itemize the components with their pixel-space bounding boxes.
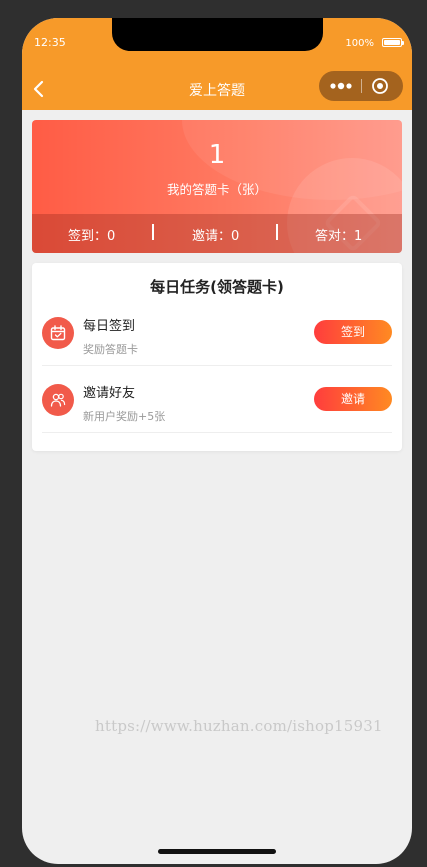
battery-percent: 100% [345,38,374,49]
phone-frame: 12:35 100% 爱上答题 1 我的答题卡（张） 签到：0 邀请：0 答对：… [22,18,412,864]
home-indicator [158,849,276,854]
stat-invite-value: 0 [231,229,240,244]
close-target-icon[interactable] [371,77,389,95]
stat-correct: 答对：1 [315,225,362,244]
task-desc: 新用户奖励+5张 [83,410,166,423]
task-row-invite: 邀请好友 新用户奖励+5张 邀请 [42,366,392,433]
task-desc: 奖励答题卡 [83,343,138,356]
answer-card-count: 1 [208,140,226,170]
stat-invite: 邀请：0 [192,225,239,244]
daily-tasks-card: 每日任务(领答题卡) 每日签到 奖励答题卡 签到 邀请好友 新用户奖励+5张 邀… [32,263,402,451]
more-icon[interactable] [329,71,355,101]
stat-divider [276,224,278,240]
stat-divider [152,224,154,240]
stat-checkin: 签到：0 [68,225,115,244]
answer-card-summary: 1 我的答题卡（张） 签到：0 邀请：0 答对：1 [32,120,402,253]
checkin-button[interactable]: 签到 [314,320,392,344]
daily-tasks-title: 每日任务(领答题卡) [150,278,284,296]
battery-icon [382,38,404,47]
invite-button[interactable]: 邀请 [314,387,392,411]
stat-correct-value: 1 [354,229,363,244]
stats-strip: 签到：0 邀请：0 答对：1 [32,214,402,253]
task-name: 邀请好友 [83,386,136,401]
calendar-icon [42,317,74,349]
stat-checkin-value: 0 [107,229,116,244]
mini-program-capsule [319,71,403,101]
stat-invite-label: 邀请： [192,229,232,244]
stat-checkin-label: 签到： [68,229,108,244]
watermark-text: https://www.huzhan.com/ishop15931 [95,717,383,735]
device-notch [112,18,323,51]
task-name: 每日签到 [83,319,136,334]
task-row-checkin: 每日签到 奖励答题卡 签到 [42,299,392,366]
status-time: 12:35 [34,36,66,49]
capsule-divider [361,79,362,93]
answer-card-label: 我的答题卡（张） [166,182,267,197]
users-icon [42,384,74,416]
stat-correct-label: 答对： [315,229,355,244]
